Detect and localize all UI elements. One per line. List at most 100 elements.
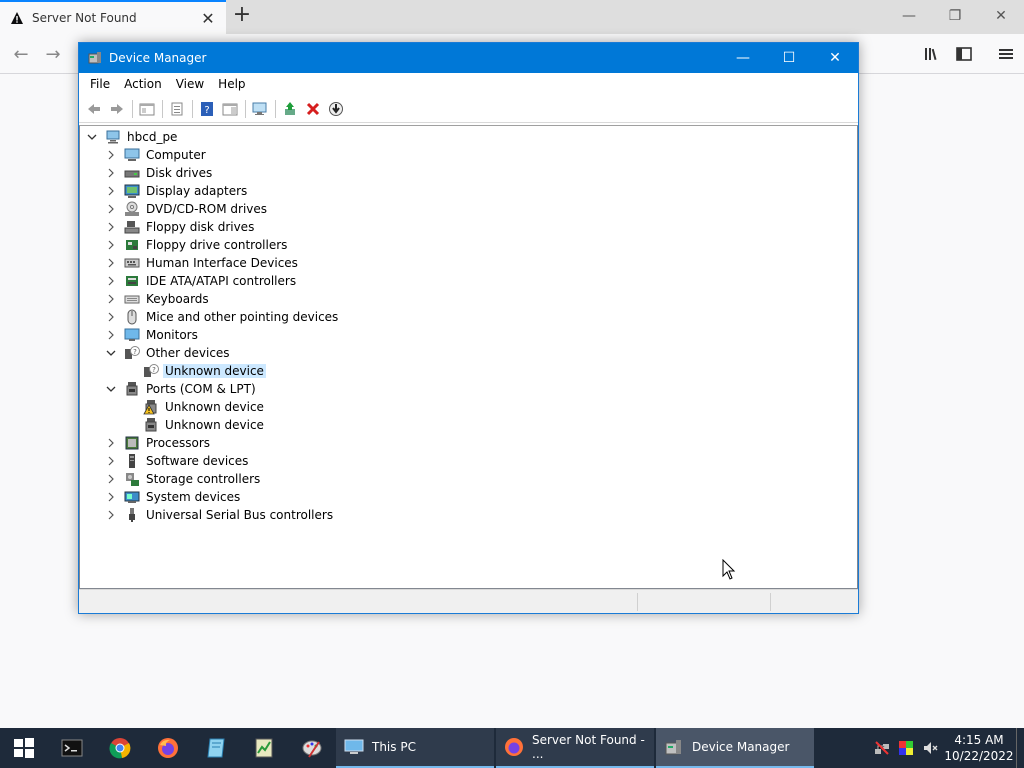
paint-icon	[302, 740, 322, 758]
forward-button[interactable]: →	[38, 40, 68, 68]
tab-close-icon[interactable]: ✕	[196, 9, 220, 28]
minimize-button[interactable]: —	[720, 43, 766, 73]
tree-item-usb-controllers[interactable]: Universal Serial Bus controllers	[105, 506, 335, 524]
warning-icon	[10, 11, 24, 25]
storage-controller-icon	[124, 471, 140, 487]
taskbar-paint-tool[interactable]	[288, 728, 336, 768]
chevron-right-icon[interactable]	[105, 491, 117, 503]
tree-item-unknown-device[interactable]: Unknown device	[143, 416, 266, 434]
title-bar[interactable]: Device Manager — ☐ ✕	[79, 43, 858, 73]
menu-help[interactable]: Help	[211, 77, 252, 91]
tree-item-monitors[interactable]: Monitors	[105, 326, 200, 344]
tree-item-computer[interactable]: Computer	[105, 146, 208, 164]
chevron-right-icon[interactable]	[105, 257, 117, 269]
browser-restore-button[interactable]: ❐	[932, 0, 978, 32]
chevron-right-icon[interactable]	[105, 275, 117, 287]
chevron-right-icon[interactable]	[105, 473, 117, 485]
taskbar-task-label: This PC	[372, 740, 416, 754]
chevron-right-icon[interactable]	[105, 437, 117, 449]
uninstall-device-icon[interactable]	[302, 98, 324, 120]
tree-item-floppy-drive-controllers[interactable]: Floppy drive controllers	[105, 236, 289, 254]
back-button[interactable]: ←	[6, 40, 36, 68]
start-button[interactable]	[0, 728, 48, 768]
tree-item-unknown-device[interactable]: Unknown device	[143, 398, 266, 416]
tree-root[interactable]: hbcd_pe	[86, 128, 179, 146]
clock[interactable]: 4:15 AM 10/22/2022	[942, 732, 1016, 764]
library-icon[interactable]	[918, 40, 946, 68]
browser-close-button[interactable]: ✕	[978, 0, 1024, 32]
close-button[interactable]: ✕	[812, 43, 858, 73]
tree-item-floppy-disk-drives[interactable]: Floppy disk drives	[105, 218, 256, 236]
action-pane-icon[interactable]	[219, 98, 241, 120]
maximize-button[interactable]: ☐	[766, 43, 812, 73]
tree-item-label: Ports (COM & LPT)	[146, 382, 256, 396]
tree-item-processors[interactable]: Processors	[105, 434, 212, 452]
chevron-right-icon[interactable]	[105, 185, 117, 197]
taskbar-notes[interactable]	[192, 728, 240, 768]
update-driver-icon[interactable]	[279, 98, 301, 120]
menu-action[interactable]: Action	[117, 77, 169, 91]
taskbar-monitor-tool[interactable]	[240, 728, 288, 768]
new-tab-button[interactable]: +	[230, 4, 254, 28]
tree-item-display-adapters[interactable]: Display adapters	[105, 182, 249, 200]
taskbar-cmd[interactable]	[48, 728, 96, 768]
network-icon[interactable]	[870, 728, 894, 768]
tree-item-ports-com-lpt[interactable]: Ports (COM & LPT)	[105, 380, 258, 398]
chevron-right-icon[interactable]	[105, 509, 117, 521]
menu-icon[interactable]	[992, 40, 1020, 68]
show-hide-console-tree-icon[interactable]	[136, 98, 158, 120]
chevron-right-icon[interactable]	[105, 239, 117, 251]
chevron-down-icon[interactable]	[105, 347, 117, 359]
chevron-right-icon[interactable]	[105, 293, 117, 305]
back-arrow-icon[interactable]	[83, 98, 105, 120]
browser-tab[interactable]: Server Not Found ✕	[0, 0, 226, 34]
system-devices-icon	[124, 489, 140, 505]
tree-item-label: Universal Serial Bus controllers	[146, 508, 334, 522]
taskbar-chrome[interactable]	[96, 728, 144, 768]
tree-item-ide-ata-atapi-controllers[interactable]: IDE ATA/ATAPI controllers	[105, 272, 298, 290]
volume-muted-icon[interactable]	[918, 728, 942, 768]
browser-minimize-button[interactable]: —	[886, 0, 932, 32]
show-desktop-button[interactable]	[1016, 728, 1024, 768]
tree-item-dvd-cd-rom-drives[interactable]: DVD/CD-ROM drives	[105, 200, 269, 218]
tree-item-mice-and-other-pointing-devices[interactable]: Mice and other pointing devices	[105, 308, 340, 326]
chevron-down-icon[interactable]	[86, 131, 98, 143]
performance-tool-icon	[255, 738, 273, 758]
menu-view[interactable]: View	[169, 77, 211, 91]
tree-item-other-devices[interactable]: ? Other devices	[105, 344, 232, 362]
help-icon[interactable]: ?	[196, 98, 218, 120]
toolbar-separator	[192, 99, 193, 118]
chevron-right-icon[interactable]	[105, 311, 117, 323]
tree-item-label: Human Interface Devices	[146, 256, 298, 270]
properties-icon[interactable]	[166, 98, 188, 120]
chevron-right-icon[interactable]	[105, 167, 117, 179]
forward-arrow-icon[interactable]	[106, 98, 128, 120]
chevron-right-icon[interactable]	[105, 221, 117, 233]
enable-device-icon[interactable]	[325, 98, 347, 120]
tree-item-keyboards[interactable]: Keyboards	[105, 290, 211, 308]
scan-hardware-icon[interactable]	[249, 98, 271, 120]
chevron-right-icon[interactable]	[105, 149, 117, 161]
chevron-down-icon[interactable]	[105, 383, 117, 395]
tree-item-label: Unknown device	[165, 418, 264, 432]
chrome-icon	[109, 738, 131, 759]
tree-item-system-devices[interactable]: System devices	[105, 488, 242, 506]
tree-item-unknown-device[interactable]: ? Unknown device	[143, 362, 266, 380]
chevron-right-icon[interactable]	[105, 329, 117, 341]
tree-item-storage-controllers[interactable]: Storage controllers	[105, 470, 262, 488]
tree-item-software-devices[interactable]: Software devices	[105, 452, 250, 470]
device-tree[interactable]: hbcd_pe Computer Disk drives Display ada…	[79, 125, 858, 589]
color-settings-icon[interactable]	[894, 728, 918, 768]
status-divider	[637, 593, 638, 611]
tree-item-disk-drives[interactable]: Disk drives	[105, 164, 214, 182]
taskbar-task-device-manager[interactable]: Device Manager	[656, 728, 814, 768]
sidebar-icon[interactable]	[950, 40, 978, 68]
menu-file[interactable]: File	[83, 77, 117, 91]
chevron-right-icon[interactable]	[105, 455, 117, 467]
taskbar-task-firefox[interactable]: Server Not Found - ...	[496, 728, 654, 768]
tree-item-human-interface-devices[interactable]: Human Interface Devices	[105, 254, 300, 272]
command-prompt-icon	[61, 739, 83, 757]
taskbar-firefox[interactable]	[144, 728, 192, 768]
chevron-right-icon[interactable]	[105, 203, 117, 215]
taskbar-task-this-pc[interactable]: This PC	[336, 728, 494, 768]
